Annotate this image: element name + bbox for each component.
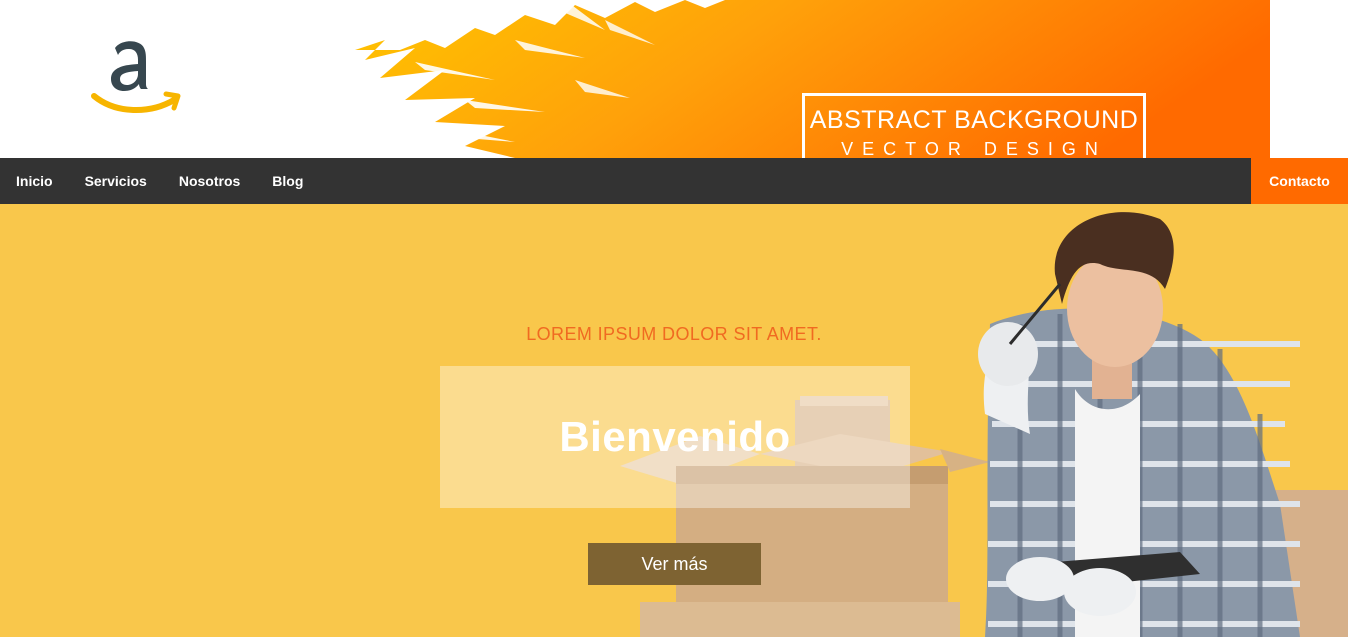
banner-title-box: ABSTRACT BACKGROUND VECTOR DESIGN: [802, 93, 1146, 158]
hero-section: LOREM IPSUM DOLOR SIT AMET. Bienvenido V…: [0, 204, 1348, 637]
banner-subtitle: VECTOR DESIGN: [841, 139, 1107, 158]
hero-eyebrow: LOREM IPSUM DOLOR SIT AMET.: [526, 324, 822, 344]
site-logo[interactable]: [88, 34, 184, 120]
nav-item-blog[interactable]: Blog: [256, 158, 319, 204]
hero-title-card: Bienvenido: [440, 366, 910, 508]
main-nav: Inicio Servicios Nosotros Blog Contacto: [0, 158, 1348, 204]
site-header: ABSTRACT BACKGROUND VECTOR DESIGN: [0, 0, 1348, 158]
nav-item-servicios[interactable]: Servicios: [69, 158, 163, 204]
nav-item-inicio[interactable]: Inicio: [0, 158, 69, 204]
nav-item-contacto[interactable]: Contacto: [1251, 158, 1348, 204]
banner-title: ABSTRACT BACKGROUND: [809, 106, 1139, 134]
ver-mas-button[interactable]: Ver más: [588, 543, 761, 585]
hero-title: Bienvenido: [559, 413, 791, 460]
header-banner: ABSTRACT BACKGROUND VECTOR DESIGN: [355, 0, 1270, 158]
nav-item-nosotros[interactable]: Nosotros: [163, 158, 256, 204]
amazon-logo-icon: [91, 41, 181, 113]
nav-items: Inicio Servicios Nosotros Blog: [0, 158, 319, 204]
